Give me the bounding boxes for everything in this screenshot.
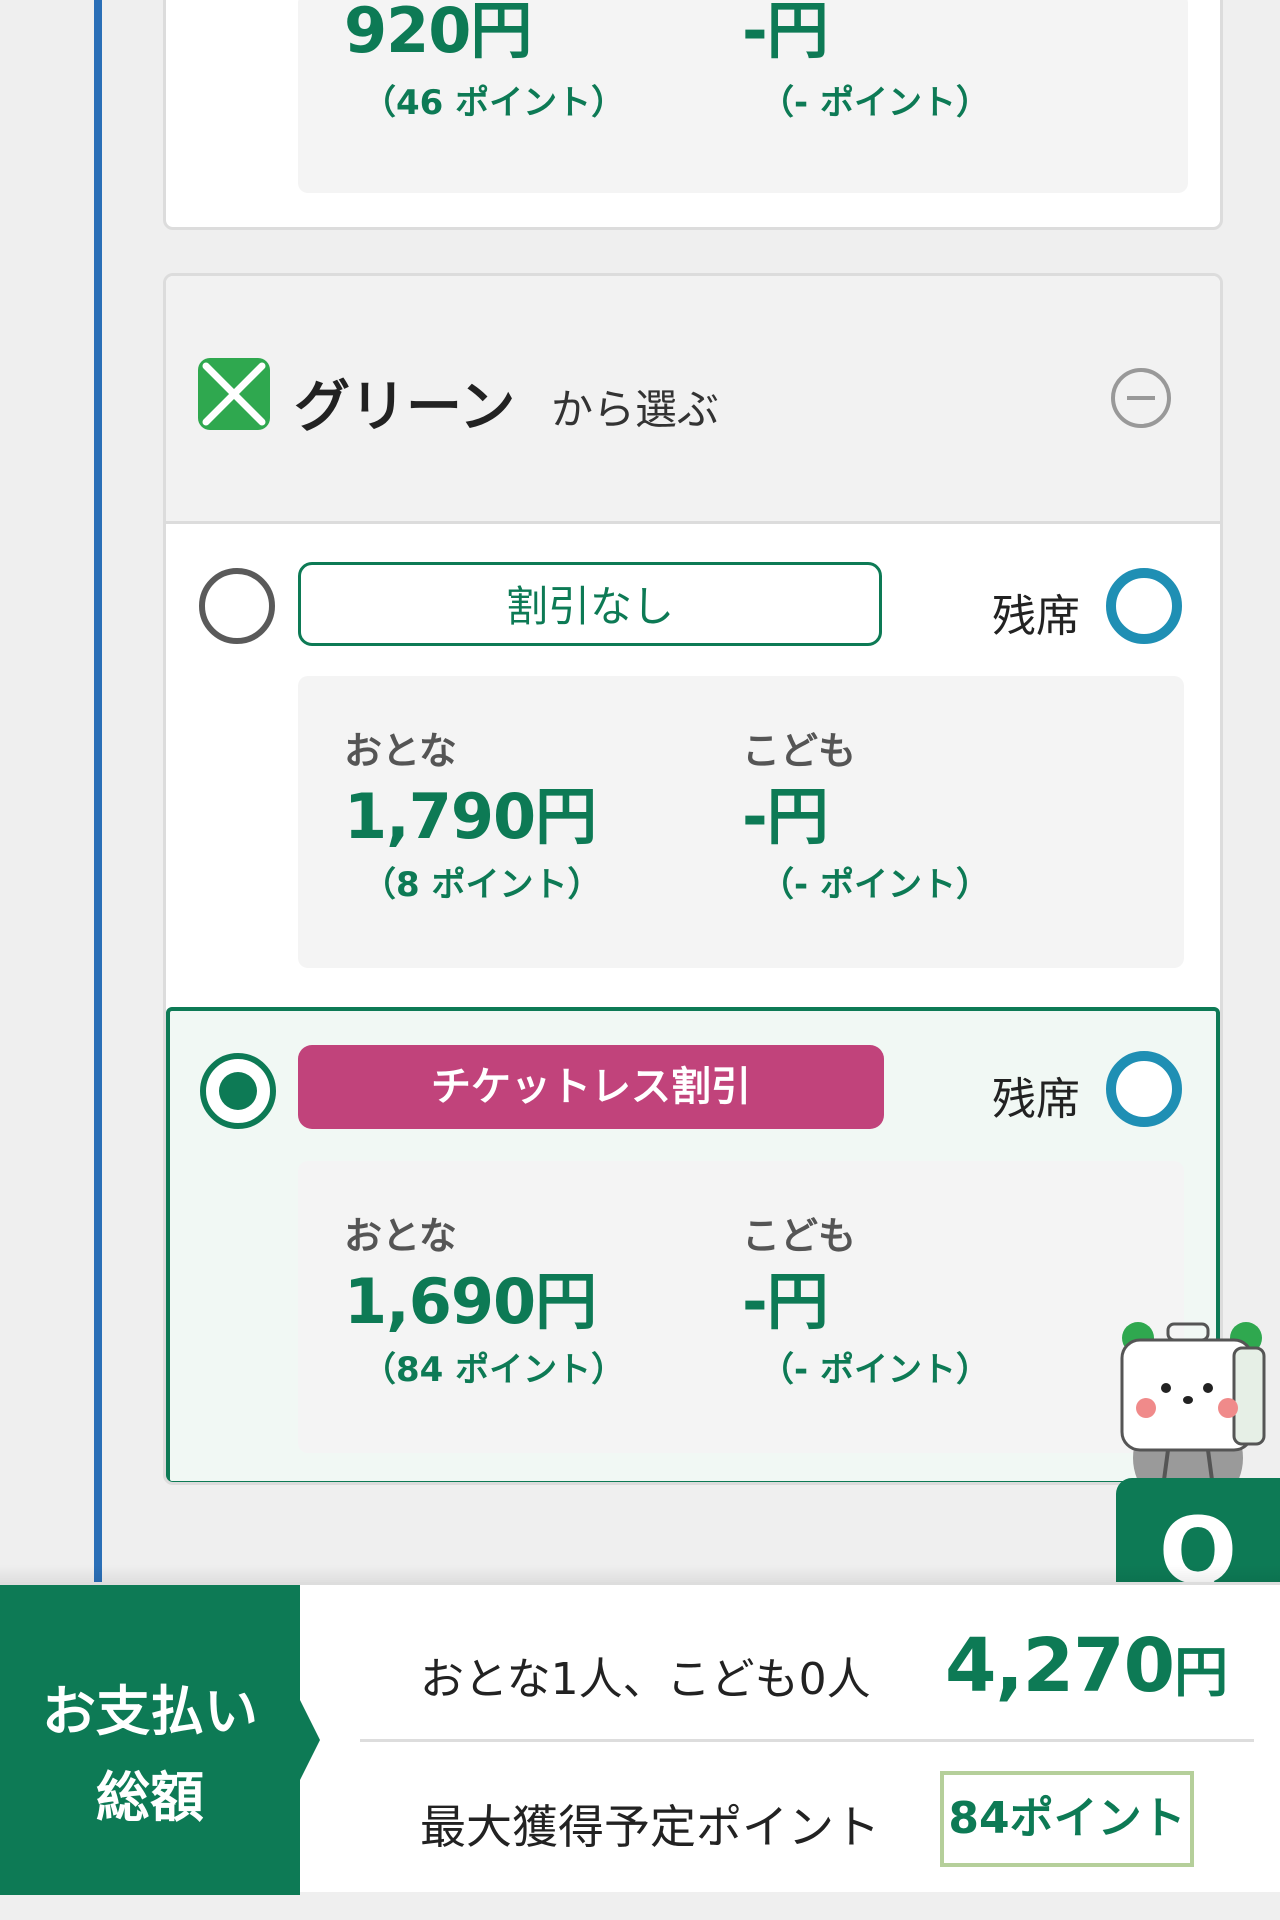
footer-divider [360, 1739, 1254, 1742]
adult-fare-column: 920円 （46 ポイント） [344, 0, 625, 124]
mascot-character-icon[interactable] [1118, 1318, 1276, 1488]
fare-price-box: おとな 1,790円 （8 ポイント） こども -円 （- ポイント） [298, 676, 1184, 968]
green-class-title: グリーン [294, 375, 516, 440]
child-price: -円 [742, 0, 829, 67]
green-class-header[interactable]: グリーン から選ぶ [166, 276, 1220, 524]
child-fare-column: こども -円 （- ポイント） [742, 1205, 990, 1391]
max-points-label: 最大獲得予定ポイント [420, 1800, 880, 1854]
total-amount: 4,270円 [945, 1623, 1228, 1709]
child-label: こども [742, 729, 857, 773]
route-timeline-line [94, 0, 102, 1600]
child-points: （- ポイント） [760, 1350, 990, 1391]
total-amount-value: 4,270 [945, 1623, 1175, 1709]
previous-fare-card: 920円 （46 ポイント） -円 （- ポイント） [163, 0, 1223, 230]
payment-summary-footer: お支払い 総額 おとな1人、こども0人 4,270円 最大獲得予定ポイント 84… [0, 1582, 1280, 1895]
adult-price: 1,690円 [344, 1265, 597, 1338]
adult-points: （8 ポイント） [362, 865, 602, 906]
fare-option-no-discount[interactable]: 割引なし 残席 おとな 1,790円 （8 ポイント） こども -円 （- ポイ… [166, 526, 1220, 996]
child-points: （- ポイント） [760, 83, 990, 124]
adult-fare-column: おとな 1,790円 （8 ポイント） [344, 720, 602, 906]
seat-available-circle-icon [1106, 568, 1182, 644]
seat-availability-label: 残席 [992, 591, 1080, 642]
fare-price-box: おとな 1,690円 （84 ポイント） こども -円 （- ポイント） [298, 1161, 1184, 1453]
adult-price: 920円 [344, 0, 532, 67]
child-label: こども [742, 1214, 857, 1258]
payment-label-line1: お支払い [42, 1680, 258, 1743]
max-points-value: 84ポイント [940, 1771, 1194, 1867]
adult-points: （46 ポイント） [362, 83, 626, 124]
previous-fare-price-box: 920円 （46 ポイント） -円 （- ポイント） [298, 0, 1188, 193]
seat-available-circle-icon [1106, 1051, 1182, 1127]
payment-total-label: お支払い 総額 [0, 1585, 300, 1895]
payment-label-line2: 総額 [96, 1766, 204, 1829]
payment-label-arrow [300, 1700, 320, 1780]
green-class-card: グリーン から選ぶ 割引なし 残席 おとな 1,790円 （8 ポイント） こど… [163, 273, 1223, 1485]
child-points: （- ポイント） [760, 865, 990, 906]
adult-label: おとな [344, 729, 457, 773]
fare-type-tag: チケットレス割引 [298, 1045, 884, 1129]
adult-price: 1,790円 [344, 780, 597, 853]
adult-fare-column: おとな 1,690円 （84 ポイント） [344, 1205, 625, 1391]
adult-label: おとな [344, 1214, 457, 1258]
child-fare-column: こども -円 （- ポイント） [742, 720, 990, 906]
seat-availability-label: 残席 [992, 1074, 1080, 1125]
passenger-count: おとな1人、こども0人 [420, 1654, 871, 1705]
child-price: -円 [742, 1265, 829, 1338]
child-price: -円 [742, 780, 829, 853]
collapse-minus-icon[interactable] [1111, 368, 1171, 428]
fare-type-tag: 割引なし [298, 562, 882, 646]
total-amount-unit: 円 [1174, 1641, 1228, 1704]
child-fare-column: -円 （- ポイント） [742, 0, 990, 124]
green-class-subtitle: から選ぶ [551, 385, 720, 434]
fare-option-ticketless-discount[interactable]: チケットレス割引 残席 おとな 1,690円 （84 ポイント） こども -円 … [166, 1007, 1220, 1482]
radio-button-selected[interactable] [200, 1053, 276, 1129]
radio-button[interactable] [199, 568, 275, 644]
adult-points: （84 ポイント） [362, 1350, 626, 1391]
green-car-clover-icon [198, 358, 270, 430]
